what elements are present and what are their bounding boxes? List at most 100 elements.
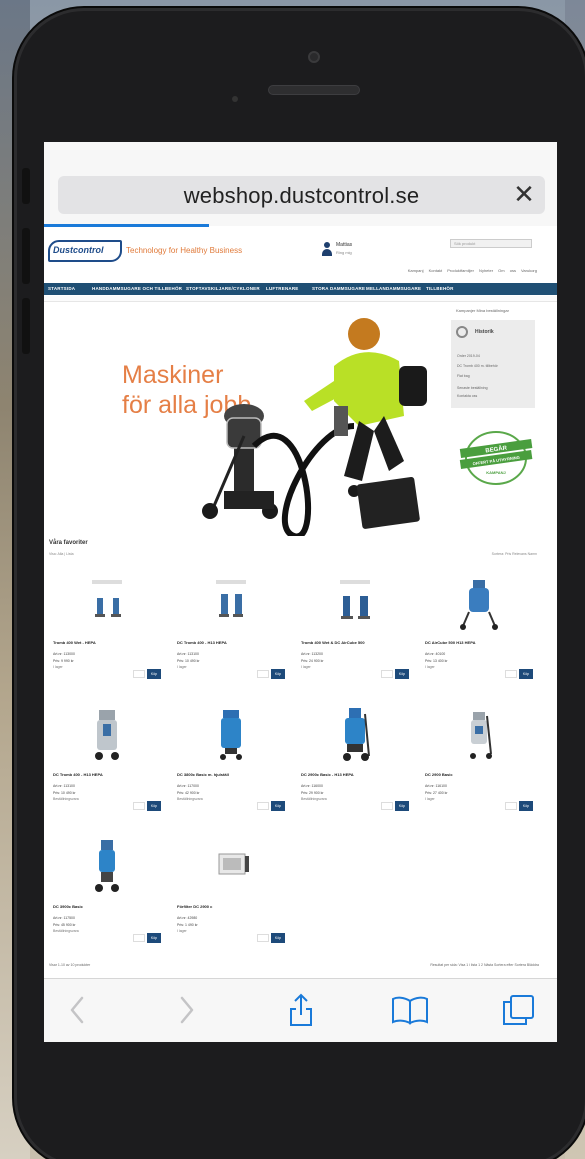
logo-text: Dustcontrol: [53, 245, 104, 255]
site-tagline: Technology for Healthy Business: [126, 246, 243, 255]
view-filter[interactable]: Visa: Alla | Lista: [49, 552, 74, 556]
pagination[interactable]: Resultat per sida: Visa 1 i lista 1 2 Nä…: [430, 963, 539, 967]
results-footer: Visar 1-10 av 10 produkter Resultat per …: [49, 963, 539, 971]
product-name[interactable]: DC 2900 Basic: [425, 772, 533, 777]
product-name[interactable]: Förfilter DC 2900 c: [177, 904, 285, 909]
quantity-input[interactable]: [133, 934, 145, 942]
product-name[interactable]: Tromb 400 Wet - HEPA: [53, 640, 161, 645]
product-price: Pris: 42 900 kr: [177, 791, 200, 795]
buy-button[interactable]: Köp: [395, 801, 409, 811]
quantity-input[interactable]: [381, 670, 393, 678]
browser-url-area: webshop.dustcontrol.se ✕: [44, 142, 557, 227]
user-subtitle[interactable]: Ring mig: [336, 250, 352, 255]
nav-item-stoftavskiljare[interactable]: STOFTAVSKILJARE/CYKLONER: [186, 286, 260, 291]
stamp-line3: KAMPANJ: [486, 470, 505, 475]
tabs-icon[interactable]: [500, 993, 536, 1027]
product-stock: I lager: [425, 665, 435, 669]
product-name[interactable]: DC AirCube 500 H13 HEPA: [425, 640, 533, 645]
history-line[interactable]: Flat bag: [457, 374, 470, 378]
nav-item-luftrenare[interactable]: LUFTRENARE: [266, 286, 299, 291]
product-name[interactable]: Tromb 400 Wet & DC AirCube 500: [301, 640, 409, 645]
address-bar[interactable]: webshop.dustcontrol.se ✕: [58, 176, 545, 214]
buy-button[interactable]: Köp: [519, 669, 533, 679]
product-image: [218, 853, 249, 875]
product-card[interactable]: Förfilter DC 2900 c Art.nr: 42980 Pris: …: [173, 830, 289, 956]
product-name[interactable]: DC Tromb 400 - H13 HEPA: [53, 772, 161, 777]
product-card[interactable]: DC AirCube 500 H13 HEPA Art.nr: 40100 Pr…: [421, 566, 537, 692]
product-card[interactable]: DC 2900 Basic Art.nr: 116100 Pris: 27 40…: [421, 698, 537, 824]
product-image: [92, 580, 122, 617]
product-card[interactable]: DC 2900c Basic - H13 HEPA Art.nr: 116000…: [297, 698, 413, 824]
url-text[interactable]: webshop.dustcontrol.se: [58, 183, 545, 209]
utility-links[interactable]: Kampanj Kontakt Produktfamiljer Nyheter …: [408, 268, 537, 273]
side-links[interactable]: Kampanjer Mina beställningar: [456, 308, 509, 313]
product-card[interactable]: DC 3800c Basic m. hjulställ Art.nr: 1170…: [173, 698, 289, 824]
product-artno: Art.nr: 117000: [177, 784, 199, 788]
product-image: [340, 580, 370, 619]
product-price: Pris: 27 400 kr: [425, 791, 448, 795]
product-card[interactable]: DC 3900c Basic Art.nr: 117500 Pris: 45 9…: [49, 830, 165, 956]
chevron-left-icon[interactable]: [62, 993, 92, 1027]
product-card[interactable]: DC Tromb 400 - H13 HEPA Art.nr: 113100 P…: [173, 566, 289, 692]
close-icon[interactable]: ✕: [509, 179, 539, 210]
product-artno: Art.nr: 40100: [425, 652, 446, 656]
history-title: Historik: [475, 329, 494, 335]
share-icon[interactable]: [284, 993, 318, 1027]
history-line[interactable]: Senaste beställning: [457, 386, 488, 390]
product-stock: I lager: [301, 665, 311, 669]
book-icon[interactable]: [390, 993, 430, 1027]
nav-item-mellandammsugare[interactable]: MELLANDAMMSUGARE: [366, 286, 421, 291]
product-name[interactable]: DC 3800c Basic m. hjulställ: [177, 772, 285, 777]
nav-item-stora-dammsugare[interactable]: STORA DAMMSUGARE: [312, 286, 365, 291]
user-icon[interactable]: [322, 242, 332, 256]
hero-banner[interactable]: Maskiner för alla jobb.: [44, 306, 444, 536]
buy-button[interactable]: Köp: [147, 669, 161, 679]
buy-button[interactable]: Köp: [147, 933, 161, 943]
buy-button[interactable]: Köp: [395, 669, 409, 679]
buy-button[interactable]: Köp: [271, 933, 285, 943]
quantity-input[interactable]: [505, 670, 517, 678]
quantity-input[interactable]: [381, 802, 393, 810]
product-name[interactable]: DC 2900c Basic - H13 HEPA: [301, 772, 409, 777]
quantity-input[interactable]: [133, 670, 145, 678]
quantity-input[interactable]: [505, 802, 517, 810]
product-name[interactable]: DC Tromb 400 - H13 HEPA: [177, 640, 285, 645]
page-load-progress: [44, 224, 209, 227]
chevron-right-icon[interactable]: [172, 993, 202, 1027]
buy-button[interactable]: Köp: [147, 801, 161, 811]
rental-offer-stamp[interactable]: BEGÄR OFFERT PÅ UTHYRNING KAMPANJ: [458, 428, 534, 488]
quantity-input[interactable]: [133, 802, 145, 810]
history-line[interactable]: DC Tromb 400 m. tillbehör: [457, 364, 498, 368]
product-image: [220, 710, 242, 760]
history-line[interactable]: Kontakta oss: [457, 394, 477, 398]
product-artno: Art.nr: 113000: [53, 652, 75, 656]
product-image: [470, 712, 492, 759]
quantity-input[interactable]: [257, 934, 269, 942]
product-stock: Beställningsvara: [53, 929, 79, 933]
history-line[interactable]: Order 2019-04: [457, 354, 480, 358]
product-card[interactable]: Tromb 400 Wet & DC AirCube 500 Art.nr: 1…: [297, 566, 413, 692]
product-artno: Art.nr: 113100: [53, 784, 75, 788]
proximity-sensor: [232, 96, 238, 102]
main-nav: STARTSIDA HANDDAMMSUGARE OCH TILLBEHÖR S…: [44, 283, 557, 295]
product-name[interactable]: DC 3900c Basic: [53, 904, 161, 909]
buy-button[interactable]: Köp: [519, 801, 533, 811]
product-artno: Art.nr: 113200: [301, 652, 323, 656]
buy-button[interactable]: Köp: [271, 669, 285, 679]
product-stock: I lager: [53, 665, 63, 669]
quantity-input[interactable]: [257, 802, 269, 810]
nav-item-start[interactable]: STARTSIDA: [48, 286, 75, 291]
nav-item-tillbehor[interactable]: TILLBEHÖR: [426, 286, 454, 291]
site-search-input[interactable]: Sök produkt: [450, 239, 532, 248]
product-artno: Art.nr: 113100: [177, 652, 199, 656]
quantity-input[interactable]: [257, 670, 269, 678]
buy-button[interactable]: Köp: [271, 801, 285, 811]
dustcontrol-logo[interactable]: Dustcontrol: [48, 240, 122, 262]
product-card[interactable]: DC Tromb 400 - H13 HEPA Art.nr: 113100 P…: [49, 698, 165, 824]
sort-filter[interactable]: Sortera: Pris Relevans Namn: [492, 552, 537, 556]
nav-item-handdammsugare[interactable]: HANDDAMMSUGARE OCH TILLBEHÖR: [92, 286, 182, 291]
user-name[interactable]: Mattias: [336, 242, 352, 248]
product-price: Pris: 9 990 kr: [53, 659, 74, 663]
product-card[interactable]: Tromb 400 Wet - HEPA Art.nr: 113000 Pris…: [49, 566, 165, 692]
product-price: Pris: 45 900 kr: [53, 923, 76, 927]
